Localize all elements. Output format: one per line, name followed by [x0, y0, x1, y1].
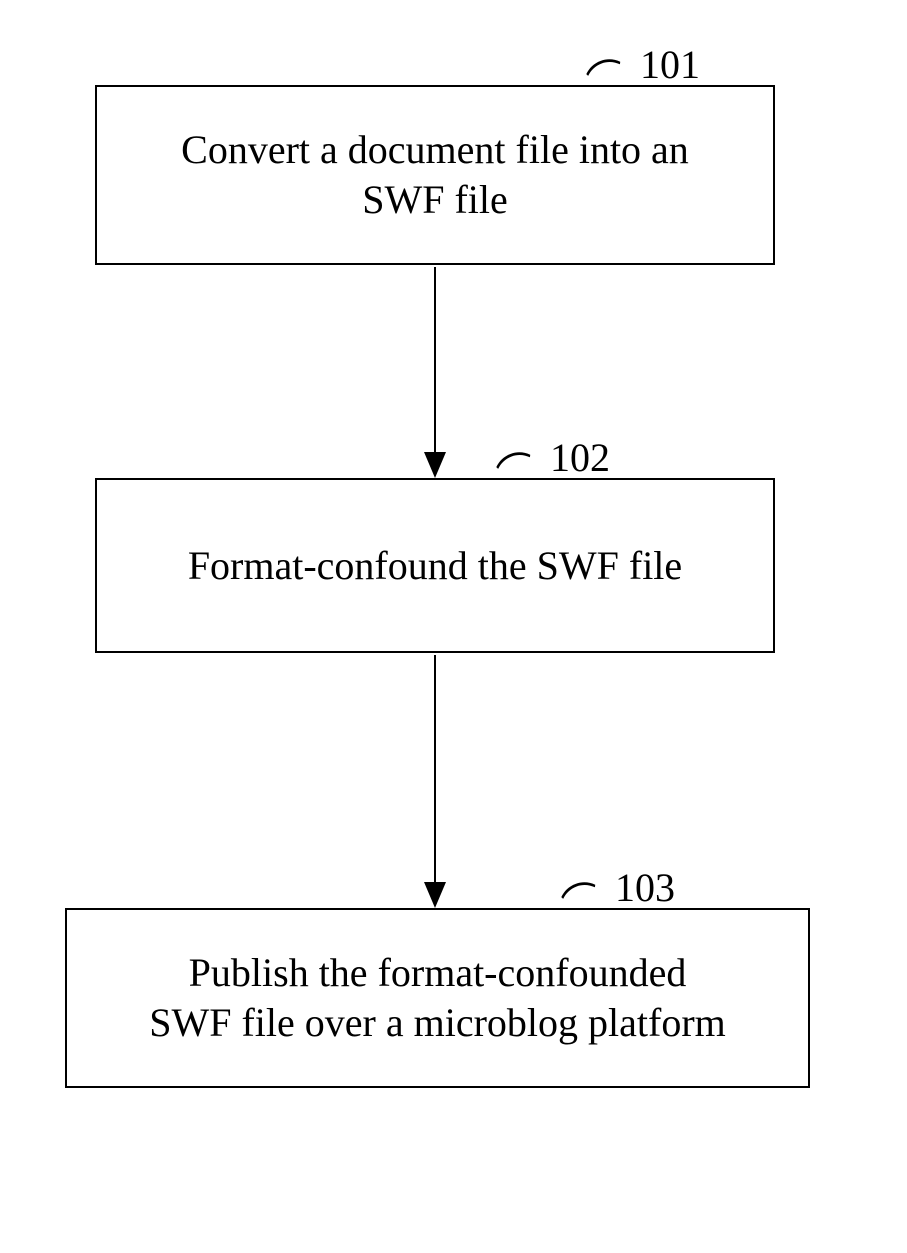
flow-label-103: 103 [615, 868, 675, 908]
flow-step-103-text: Publish the format-confoundedSWF file ov… [149, 948, 726, 1048]
flow-step-103: Publish the format-confoundedSWF file ov… [65, 908, 810, 1088]
